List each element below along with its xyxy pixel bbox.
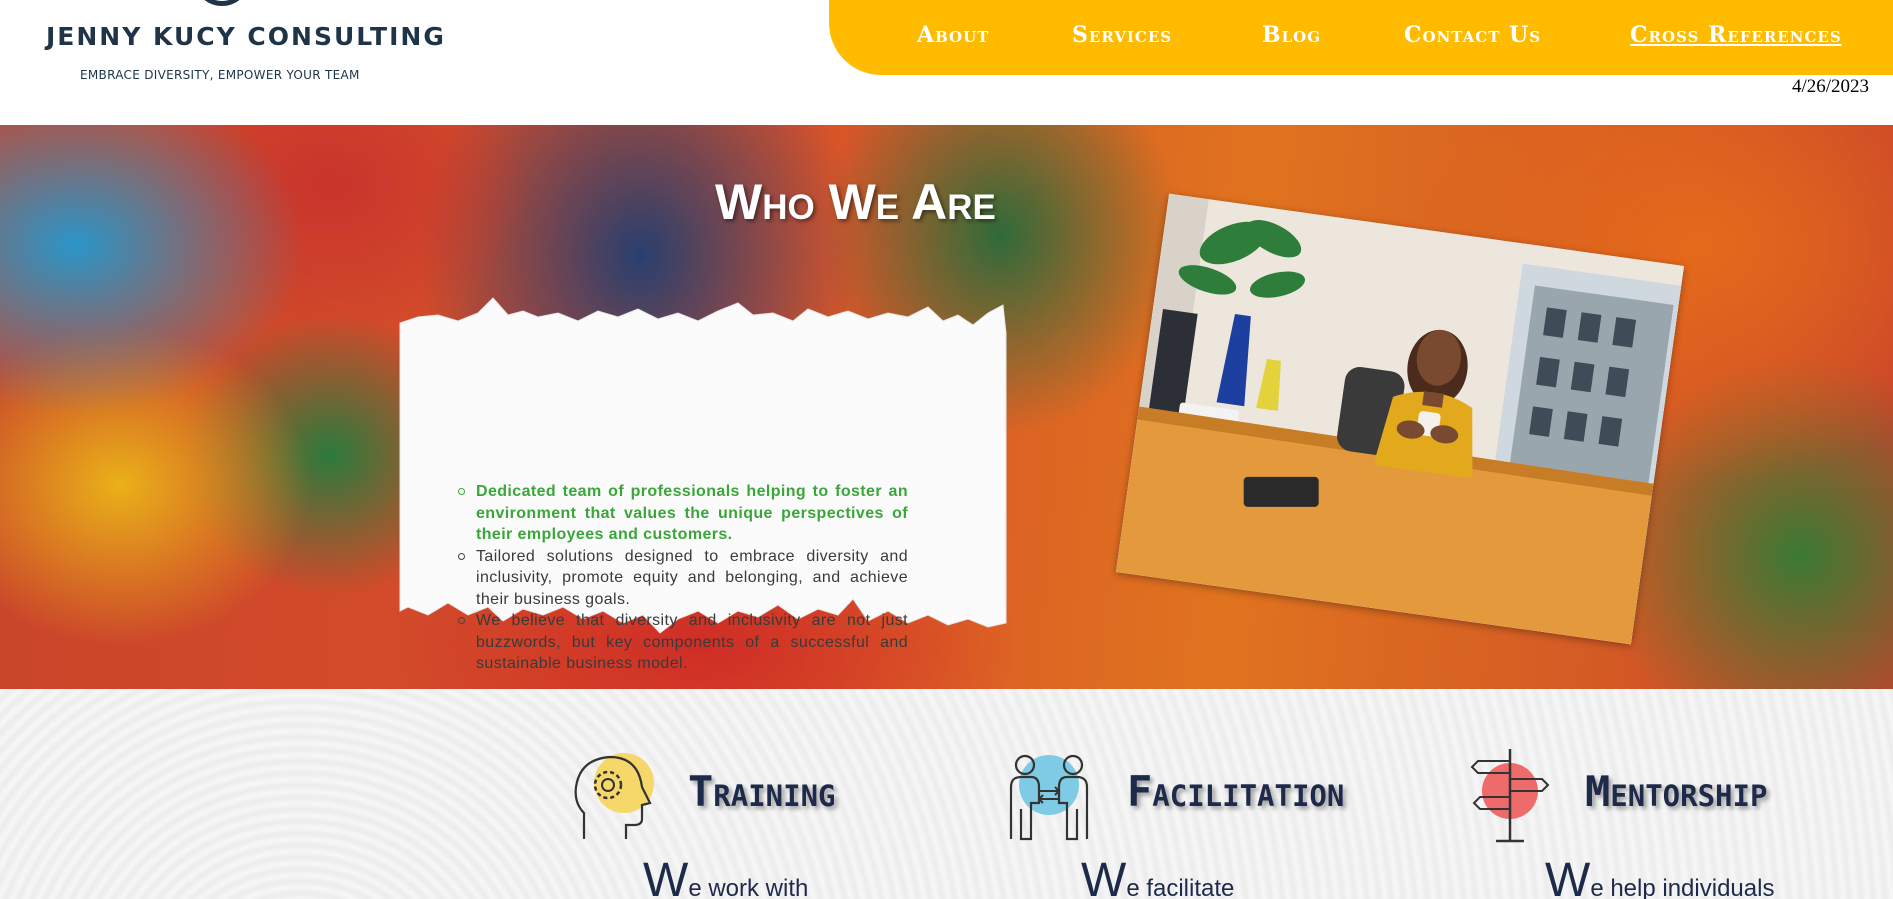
nav-cross-references[interactable]: Cross References [1630,22,1842,48]
service-text-rest: e help individuals [1590,875,1775,899]
nav-services[interactable]: Services [1072,22,1172,48]
list-item: We believe that diversity and inclusivit… [458,610,908,675]
service-text-rest: e work with [688,875,809,899]
head-gear-icon [570,747,660,852]
nav-blog[interactable]: Blog [1262,22,1321,48]
signpost-icon [1470,747,1560,852]
service-text-mentorship: We help individuals [1545,857,1774,899]
brand-tagline: EMBRACE DIVERSITY, EMPOWER YOUR TEAM [80,68,360,82]
drop-cap: W [1081,854,1127,899]
nav-contact-us[interactable]: Contact Us [1404,22,1541,48]
who-we-are-section: Who We Are Dedicated team of professiona… [0,125,1893,689]
values-list: Dedicated team of professionals helping … [458,481,908,675]
nav-about[interactable]: About [917,22,989,48]
service-text-rest: e facilitate [1126,875,1235,899]
drop-cap: W [1545,854,1591,899]
list-item: Dedicated team of professionals helping … [458,481,908,546]
list-item: Tailored solutions designed to embrace d… [458,546,908,611]
service-title-training: Training [688,767,836,816]
service-text-facilitation: We facilitate [1081,857,1234,899]
main-navigation: About Services Blog Contact Us Cross Ref… [829,0,1893,75]
office-photo [1115,193,1685,645]
torn-paper-card: Dedicated team of professionals helping … [398,293,1010,672]
service-title-facilitation: Facilitation [1127,767,1345,816]
current-date: 4/26/2023 [1791,76,1869,97]
section-title: Who We Are [715,174,996,230]
people-exchange-icon [1005,747,1095,852]
service-title-mentorship: Mentorship [1585,767,1768,816]
logo-mark [196,0,248,6]
drop-cap: W [643,854,689,899]
site-header: JENNY KUCY CONSULTING EMBRACE DIVERSITY,… [0,0,1893,125]
brand-name[interactable]: JENNY KUCY CONSULTING [46,22,446,51]
service-text-training: We work with [643,857,808,899]
services-section: Training We work with Facilitation We fa… [0,689,1893,899]
photo-illustration [1115,193,1685,645]
